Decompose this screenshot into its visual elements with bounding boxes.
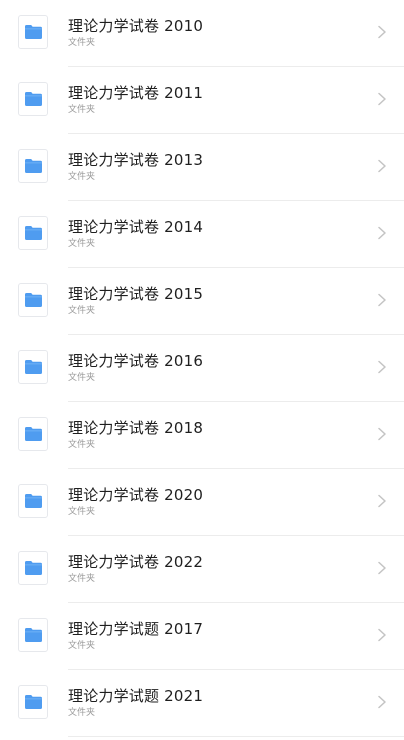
- folder-thumbnail: [18, 149, 48, 183]
- chevron-right-icon: [378, 25, 386, 39]
- chevron-right-icon: [378, 561, 386, 575]
- folder-thumbnail: [18, 618, 48, 652]
- folder-title: 理论力学试卷 2010: [68, 17, 204, 35]
- row-divider: [68, 736, 404, 737]
- folder-row[interactable]: 理论力学试卷 2011 文件夹: [0, 67, 404, 134]
- folder-type-label: 文件夹: [68, 708, 96, 718]
- folder-thumbnail: [18, 551, 48, 585]
- folder-type-label: 文件夹: [68, 38, 96, 48]
- chevron-right-icon: [378, 628, 386, 642]
- folder-type-label: 文件夹: [68, 440, 96, 450]
- folder-type-label: 文件夹: [68, 306, 96, 316]
- chevron-right-icon: [378, 494, 386, 508]
- folder-title: 理论力学试卷 2018: [68, 419, 204, 437]
- folder-thumbnail: [18, 685, 48, 719]
- folder-row[interactable]: 理论力学试题 2017 文件夹: [0, 603, 404, 670]
- folder-icon: [25, 360, 42, 374]
- folder-thumbnail: [18, 283, 48, 317]
- folder-title: 理论力学试卷 2020: [68, 486, 204, 504]
- folder-icon: [25, 293, 42, 307]
- folder-row[interactable]: 理论力学试题 2021 文件夹: [0, 670, 404, 737]
- folder-thumbnail: [18, 350, 48, 384]
- chevron-right-icon: [378, 427, 386, 441]
- chevron-right-icon: [378, 92, 386, 106]
- folder-type-label: 文件夹: [68, 373, 96, 383]
- folder-row[interactable]: 理论力学试卷 2016 文件夹: [0, 335, 404, 402]
- folder-icon: [25, 226, 42, 240]
- folder-list: 理论力学试卷 2010 文件夹 理论力学试卷 2011 文件夹 理论力学试卷 2…: [0, 0, 404, 740]
- chevron-right-icon: [378, 159, 386, 173]
- folder-type-label: 文件夹: [68, 239, 96, 249]
- folder-title: 理论力学试题 2017: [68, 620, 204, 638]
- folder-icon: [25, 159, 42, 173]
- folder-title: 理论力学试卷 2011: [68, 84, 204, 102]
- folder-row[interactable]: 理论力学试卷 2013 文件夹: [0, 134, 404, 201]
- folder-type-label: 文件夹: [68, 172, 96, 182]
- folder-title: 理论力学试卷 2016: [68, 352, 204, 370]
- folder-icon: [25, 92, 42, 106]
- folder-row[interactable]: 理论力学试卷 2020 文件夹: [0, 469, 404, 536]
- folder-type-label: 文件夹: [68, 574, 96, 584]
- folder-icon: [25, 628, 42, 642]
- folder-icon: [25, 494, 42, 508]
- folder-row[interactable]: 理论力学试卷 2015 文件夹: [0, 268, 404, 335]
- folder-type-label: 文件夹: [68, 105, 96, 115]
- folder-thumbnail: [18, 15, 48, 49]
- folder-icon: [25, 561, 42, 575]
- chevron-right-icon: [378, 226, 386, 240]
- folder-row[interactable]: 理论力学试卷 2018 文件夹: [0, 402, 404, 469]
- folder-title: 理论力学试卷 2015: [68, 285, 204, 303]
- folder-title: 理论力学试卷 2013: [68, 151, 204, 169]
- folder-type-label: 文件夹: [68, 641, 96, 651]
- chevron-right-icon: [378, 360, 386, 374]
- folder-title: 理论力学试卷 2014: [68, 218, 204, 236]
- folder-icon: [25, 25, 42, 39]
- folder-row[interactable]: 理论力学试卷 2014 文件夹: [0, 201, 404, 268]
- folder-icon: [25, 695, 42, 709]
- folder-type-label: 文件夹: [68, 507, 96, 517]
- chevron-right-icon: [378, 695, 386, 709]
- folder-thumbnail: [18, 216, 48, 250]
- folder-thumbnail: [18, 417, 48, 451]
- folder-title: 理论力学试题 2021: [68, 687, 204, 705]
- folder-row[interactable]: 理论力学试卷 2022 文件夹: [0, 536, 404, 603]
- folder-thumbnail: [18, 82, 48, 116]
- folder-icon: [25, 427, 42, 441]
- folder-thumbnail: [18, 484, 48, 518]
- chevron-right-icon: [378, 293, 386, 307]
- folder-title: 理论力学试卷 2022: [68, 553, 204, 571]
- folder-row[interactable]: 理论力学试卷 2010 文件夹: [0, 0, 404, 67]
